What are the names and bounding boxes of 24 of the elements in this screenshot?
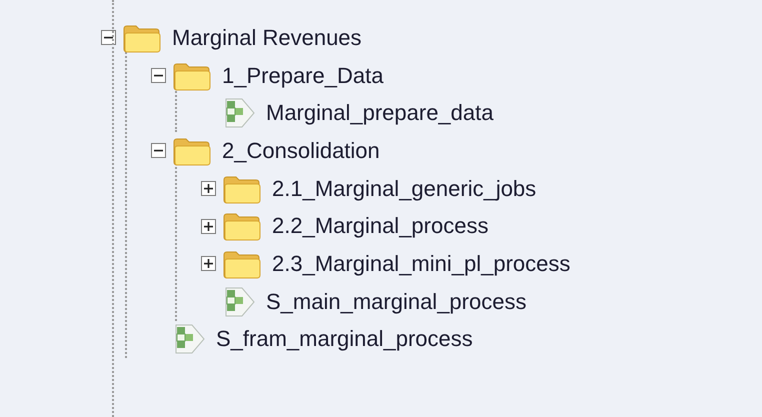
- folder-icon: [172, 136, 212, 166]
- expand-button[interactable]: [201, 181, 216, 196]
- folder-label[interactable]: 1_Prepare_Data: [218, 62, 384, 89]
- folder-icon: [222, 211, 262, 242]
- plus-icon: [204, 259, 213, 268]
- folder-label[interactable]: Marginal Revenues: [168, 24, 362, 51]
- plus-icon: [204, 184, 213, 194]
- collapse-button[interactable]: [151, 143, 166, 158]
- collapse-button[interactable]: [151, 68, 166, 84]
- folder-icon: [122, 22, 162, 53]
- folder-icon: [172, 60, 212, 91]
- folder-label[interactable]: 2.2_Marginal_process: [268, 213, 488, 240]
- job-label[interactable]: S_fram_marginal_process: [212, 326, 473, 352]
- plus-icon: [204, 222, 213, 231]
- folder-icon: [222, 174, 262, 204]
- job-label[interactable]: Marginal_prepare_data: [262, 100, 494, 126]
- job-label[interactable]: S_main_marginal_process: [262, 288, 526, 315]
- folder-icon: [222, 248, 262, 279]
- folder-label[interactable]: 2.3_Marginal_mini_pl_process: [268, 250, 570, 277]
- expand-button[interactable]: [201, 256, 216, 272]
- expand-button[interactable]: [201, 218, 216, 234]
- folder-label[interactable]: 2_Consolidation: [218, 138, 380, 164]
- folder-label[interactable]: 2.1_Marginal_generic_jobs: [268, 176, 536, 202]
- collapse-button[interactable]: [101, 30, 116, 46]
